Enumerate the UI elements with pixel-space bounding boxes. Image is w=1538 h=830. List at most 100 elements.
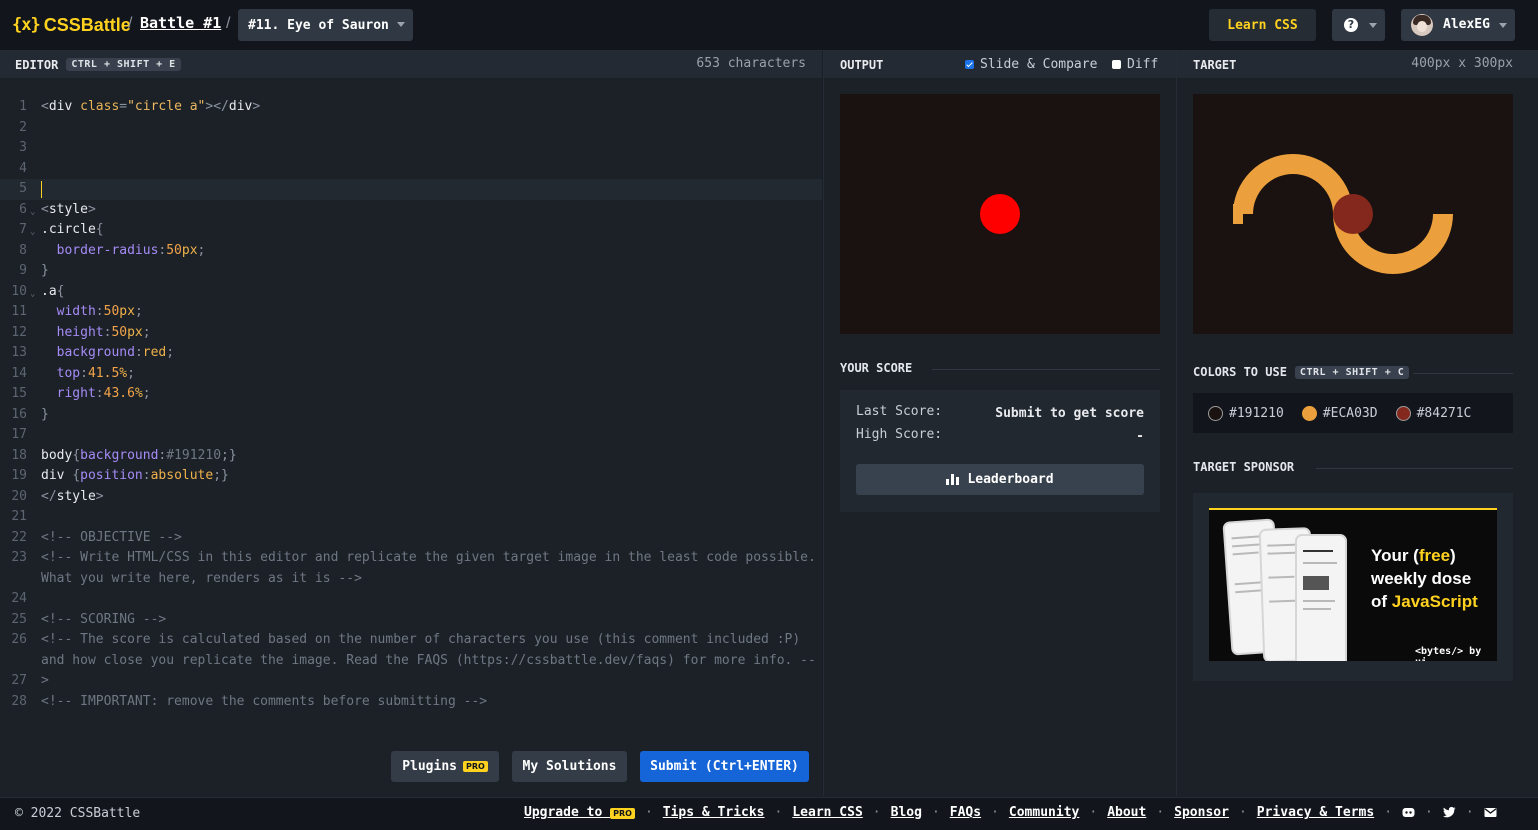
- fold-chevron-icon[interactable]: ⌄: [30, 202, 35, 223]
- sponsor-panel: Your (free) weekly dose of JavaScript <b…: [1193, 493, 1513, 681]
- code-line: 15 right:43.6%;: [11, 386, 151, 401]
- color-dot-icon: [1208, 405, 1223, 421]
- my-solutions-button[interactable]: My Solutions: [512, 751, 627, 782]
- chevron-down-icon: [397, 22, 405, 27]
- submit-button[interactable]: Submit (Ctrl+ENTER): [640, 751, 809, 782]
- code-line: 18 body{background:#191210;}: [11, 447, 237, 463]
- last-score-value: Submit to get score: [995, 406, 1144, 421]
- top-bar: {x} CSSBattle / Battle #1 / #11. Eye of …: [0, 0, 1538, 51]
- target-select-dropdown[interactable]: #11. Eye of Sauron: [238, 9, 413, 41]
- twitter-icon[interactable]: [1442, 806, 1456, 818]
- code-line: 14 top:41.5%;: [11, 365, 135, 381]
- code-line: 16}: [11, 406, 49, 422]
- avatar: [1411, 14, 1433, 36]
- code-line: 6 ⌄ <style>: [0, 200, 822, 221]
- code-line: 12 height:50px;: [11, 324, 151, 340]
- character-count: 653 characters: [696, 56, 806, 71]
- code-line: 19 div {position:absolute;}: [11, 468, 229, 483]
- code-line: 4: [19, 160, 27, 176]
- footer-link-about[interactable]: About: [1107, 805, 1146, 820]
- footer-link-faqs[interactable]: FAQs: [950, 805, 981, 820]
- footer-links: Upgrade to PRO · Tips & Tricks · Learn C…: [524, 805, 1497, 820]
- code-line: 11 width:50px;: [11, 304, 143, 319]
- code-line: 13 background:red;: [11, 345, 175, 360]
- output-red-circle: [980, 194, 1020, 234]
- checkbox-checked-icon[interactable]: [965, 60, 974, 69]
- code-line: 24: [11, 591, 27, 606]
- breadcrumb-battle-link[interactable]: Battle #1: [140, 14, 221, 32]
- editor-header: EDITOR CTRL + SHIFT + E 653 characters: [0, 51, 822, 78]
- colors-shortcut-badge: CTRL + SHIFT + C: [1294, 365, 1410, 379]
- target-header: TARGET 400px x 300px: [1177, 51, 1538, 78]
- color-swatch[interactable]: #191210: [1208, 405, 1284, 421]
- footer-link-sponsor[interactable]: Sponsor: [1174, 805, 1229, 820]
- code-editor[interactable]: 1 <div class="circle a"></div> 2 3 4 5 6 ⌄…: [0, 97, 822, 712]
- mail-icon[interactable]: [1484, 807, 1497, 818]
- pro-badge: PRO: [610, 808, 635, 819]
- code-line: 3: [19, 140, 27, 155]
- logo-text: CSSBattle: [43, 14, 131, 35]
- color-dot-icon: [1301, 405, 1317, 421]
- code-line: 8 border-radius:50px;: [19, 242, 206, 258]
- code-line: 23 <!-- Write HTML/CSS in this editor and…: [11, 550, 824, 586]
- user-menu-button[interactable]: AlexEG: [1401, 9, 1515, 41]
- sponsor-ad-text: Your (free) weekly dose of JavaScript: [1371, 546, 1478, 611]
- footer: © 2022 CSSBattle Upgrade to PRO · Tips &…: [0, 797, 1538, 830]
- footer-link-upgrade[interactable]: Upgrade to PRO: [524, 805, 635, 820]
- footer-link-blog[interactable]: Blog: [891, 805, 922, 820]
- user-name: AlexEG: [1443, 17, 1490, 32]
- colors-to-use-title: COLORS TO USE CTRL + SHIFT + C: [1193, 365, 1410, 379]
- footer-link-tips[interactable]: Tips & Tricks: [663, 805, 765, 820]
- leaderboard-button[interactable]: Leaderboard: [856, 464, 1144, 495]
- help-menu-button[interactable]: ?: [1332, 9, 1385, 41]
- code-line-active: 5: [0, 179, 822, 200]
- color-dot-icon: [1395, 405, 1411, 421]
- target-title: TARGET: [1193, 57, 1237, 72]
- sponsor-ad[interactable]: Your (free) weekly dose of JavaScript <b…: [1209, 508, 1497, 661]
- diff-label: Diff: [1127, 57, 1159, 72]
- logo-mark: {x}: [12, 15, 41, 35]
- color-palette: #191210 #ECA03D #84271C: [1193, 393, 1513, 433]
- copyright: © 2022 CSSBattle: [15, 806, 141, 821]
- target-image[interactable]: [1193, 94, 1513, 334]
- discord-icon[interactable]: [1402, 807, 1415, 818]
- code-line: 10 ⌄ .a{: [0, 282, 822, 303]
- code-line: 9}: [19, 263, 49, 278]
- divider: [1316, 468, 1513, 469]
- plugins-button[interactable]: Plugins PRO: [391, 751, 499, 782]
- output-title: OUTPUT: [840, 57, 884, 72]
- diff-toggle[interactable]: Diff: [1112, 57, 1158, 72]
- code-line: 26 <!-- The score is calculated based on …: [11, 632, 816, 688]
- high-score-label: High Score:: [856, 427, 943, 442]
- code-line: 20 </style>: [11, 488, 104, 504]
- footer-link-learn-css[interactable]: Learn CSS: [792, 805, 862, 820]
- output-preview[interactable]: [840, 94, 1160, 334]
- fold-chevron-icon[interactable]: ⌄: [30, 222, 35, 243]
- code-line: 28 <!-- IMPORTANT: remove the comments be…: [11, 693, 488, 709]
- code-line: 25 <!-- SCORING -->: [11, 611, 167, 627]
- code-line: 2: [19, 119, 27, 135]
- target-dimensions: 400px x 300px: [1411, 56, 1513, 71]
- your-score-title: YOUR SCORE: [840, 361, 913, 375]
- leaderboard-icon: [946, 474, 960, 485]
- footer-link-community[interactable]: Community: [1009, 805, 1079, 820]
- help-icon: ?: [1344, 18, 1358, 32]
- slide-compare-toggle[interactable]: Slide & Compare: [965, 57, 1097, 72]
- fold-chevron-icon[interactable]: ⌄: [30, 284, 35, 305]
- divider: [932, 369, 1160, 370]
- breadcrumb-separator: /: [128, 15, 133, 32]
- code-line: 21: [11, 509, 27, 524]
- footer-link-privacy[interactable]: Privacy & Terms: [1257, 805, 1374, 820]
- cssbattle-logo[interactable]: {x} CSSBattle: [12, 14, 131, 36]
- editor-title: EDITOR: [15, 57, 59, 72]
- learn-css-button[interactable]: Learn CSS: [1209, 9, 1316, 41]
- score-panel: Last Score: Submit to get score High Sco…: [840, 390, 1160, 512]
- color-swatch[interactable]: #84271C: [1395, 405, 1471, 421]
- editor-pane: EDITOR CTRL + SHIFT + E 653 characters 1…: [0, 51, 822, 796]
- phone-image: [1295, 534, 1347, 661]
- plugins-label: Plugins: [402, 759, 457, 774]
- checkbox-unchecked-icon[interactable]: [1112, 60, 1121, 69]
- target-sponsor-title: TARGET SPONSOR: [1193, 460, 1295, 474]
- color-swatch[interactable]: #ECA03D: [1301, 405, 1378, 421]
- code-line: 22 <!-- OBJECTIVE -->: [11, 529, 182, 545]
